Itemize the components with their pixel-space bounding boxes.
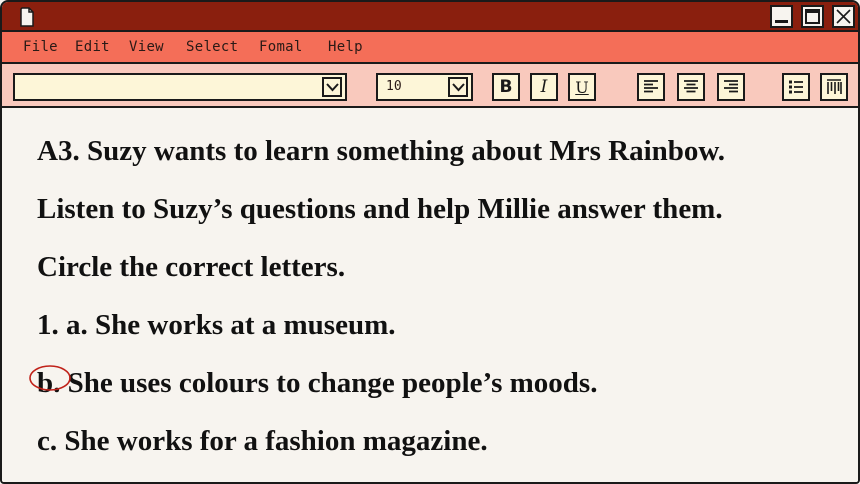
question-option-b: b. She uses colours to change people’s m… bbox=[37, 367, 598, 399]
align-center-button[interactable] bbox=[677, 73, 705, 101]
bold-button[interactable]: B bbox=[492, 73, 520, 101]
menu-file[interactable]: File bbox=[23, 39, 58, 55]
chevron-down-icon bbox=[325, 83, 339, 92]
align-left-button[interactable] bbox=[637, 73, 665, 101]
menu-help[interactable]: Help bbox=[328, 39, 363, 55]
columns-icon bbox=[827, 79, 842, 94]
menu-select[interactable]: Select bbox=[186, 39, 238, 55]
question-option-c: c. She works for a fashion magazine. bbox=[37, 425, 488, 457]
columns-button[interactable] bbox=[820, 73, 848, 101]
italic-button[interactable]: I bbox=[530, 73, 558, 101]
chevron-down-icon bbox=[451, 83, 465, 92]
align-center-icon bbox=[684, 80, 698, 93]
document-content[interactable]: A3. Suzy wants to learn something about … bbox=[2, 110, 858, 482]
app-window: File Edit View Select Fomal Help 10 B I bbox=[0, 0, 860, 484]
document-icon bbox=[20, 7, 34, 27]
font-size-dropdown-button[interactable] bbox=[448, 77, 468, 97]
close-icon bbox=[836, 9, 851, 24]
menu-edit[interactable]: Edit bbox=[75, 39, 110, 55]
menu-view[interactable]: View bbox=[129, 39, 164, 55]
font-size-select[interactable]: 10 bbox=[376, 73, 473, 101]
menu-format[interactable]: Fomal bbox=[259, 39, 303, 55]
bullet-list-icon bbox=[789, 80, 803, 94]
instruction-line-3: Circle the correct letters. bbox=[37, 251, 346, 283]
title-bar[interactable] bbox=[2, 2, 858, 32]
toolbar: 10 B I U bbox=[2, 64, 858, 108]
question-option-a: 1. a. She works at a museum. bbox=[37, 309, 396, 341]
font-family-select[interactable] bbox=[13, 73, 347, 101]
font-family-dropdown-button[interactable] bbox=[322, 77, 342, 97]
instruction-line-1: A3. Suzy wants to learn something about … bbox=[37, 135, 725, 167]
minimize-icon bbox=[775, 20, 788, 23]
align-right-icon bbox=[724, 80, 738, 93]
menu-bar: File Edit View Select Fomal Help bbox=[2, 32, 858, 64]
minimize-button[interactable] bbox=[770, 5, 793, 28]
font-size-value: 10 bbox=[386, 79, 402, 94]
underline-button[interactable]: U bbox=[568, 73, 596, 101]
align-left-icon bbox=[644, 80, 658, 93]
bullet-list-button[interactable] bbox=[782, 73, 810, 101]
maximize-icon bbox=[805, 9, 820, 24]
close-button[interactable] bbox=[832, 5, 855, 28]
align-right-button[interactable] bbox=[717, 73, 745, 101]
instruction-line-2: Listen to Suzy’s questions and help Mill… bbox=[37, 193, 723, 225]
maximize-button[interactable] bbox=[801, 5, 824, 28]
